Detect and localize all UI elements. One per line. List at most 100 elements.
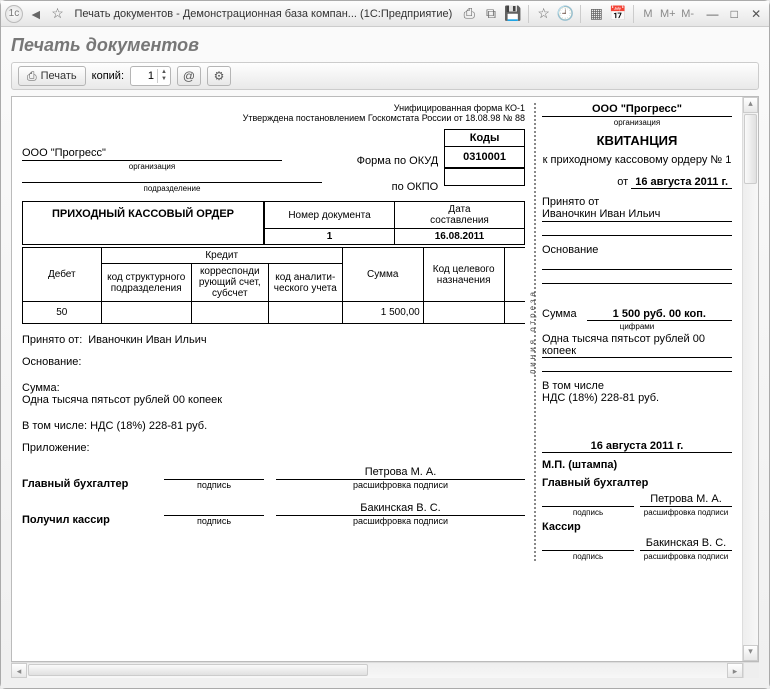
- page-title: Печать документов: [11, 35, 759, 56]
- col-debit: Дебет: [23, 248, 102, 302]
- order-title: ПРИХОДНЫЙ КАССОВЫЙ ОРДЕР: [22, 201, 264, 245]
- r-incl-value: НДС (18%) 228-81 руб.: [542, 392, 732, 404]
- date-header: Датасоставления: [395, 202, 525, 229]
- scroll-left-icon[interactable]: ◂: [11, 663, 27, 678]
- receipt-title: КВИТАНЦИЯ: [542, 133, 732, 148]
- codes-header: Коды: [444, 129, 525, 146]
- document-viewport: Унифицированная форма КО-1 Утверждена по…: [11, 96, 759, 662]
- col-corr: корреспонди рующий счет, субсчет: [191, 264, 268, 302]
- at-button[interactable]: @: [177, 66, 201, 86]
- cut-line-label: линия отреза: [528, 289, 537, 374]
- okud-label: Форма по ОКУД: [357, 155, 439, 167]
- close-button[interactable]: ✕: [747, 6, 765, 22]
- r-org-name: ООО "Прогресс": [542, 103, 732, 117]
- okpo-label: по ОКПО: [392, 181, 439, 193]
- r-to-order: к приходному кассовому ордеру № 1: [542, 154, 732, 166]
- star-icon[interactable]: ☆: [49, 5, 67, 23]
- r-chief-name: Петрова М. А.: [640, 493, 732, 507]
- r-date-label: от: [617, 176, 628, 188]
- form-approved: Утверждена постановлением Госкомстата Ро…: [22, 113, 525, 123]
- favorite-icon[interactable]: ☆: [535, 5, 553, 23]
- sign-sub: подпись: [164, 480, 264, 490]
- accepted-value: Иваночкин Иван Ильич: [88, 334, 206, 346]
- r-sum-value: 1 500 руб. 00 коп.: [587, 308, 732, 321]
- cashier-recv-label: Получил кассир: [22, 514, 152, 526]
- scroll-up-icon[interactable]: ▴: [743, 97, 758, 113]
- attach-label: Приложение:: [22, 442, 525, 454]
- col-credit: Кредит: [101, 248, 342, 264]
- r-chief-acc: Главный бухгалтер: [542, 477, 732, 489]
- okpo-value: [444, 168, 525, 186]
- scroll-down-icon[interactable]: ▾: [743, 645, 758, 661]
- scroll-right-icon[interactable]: ▸: [727, 663, 743, 678]
- minimize-button[interactable]: —: [704, 6, 722, 22]
- org-name: ООО "Прогресс": [22, 147, 282, 161]
- scroll-thumb[interactable]: [744, 114, 757, 184]
- separator: [580, 5, 581, 23]
- r-sum-sub: цифрами: [542, 322, 732, 331]
- calc-icon[interactable]: ▦: [587, 5, 605, 23]
- r-date-value: 16 августа 2011 г.: [631, 176, 732, 189]
- back-icon[interactable]: ◄: [27, 5, 45, 23]
- col-purpose: Код целевого назначения: [423, 248, 504, 302]
- window-title: Печать документов - Демонстрационная баз…: [75, 8, 453, 20]
- r-accepted-label: Принято от: [542, 196, 732, 208]
- mem-m[interactable]: M: [640, 8, 656, 20]
- chief-name: Петрова М. А.: [276, 466, 525, 480]
- docnum-value: 1: [265, 229, 395, 245]
- at-icon: @: [183, 69, 195, 83]
- print-label: Печать: [41, 70, 77, 82]
- print-form: Унифицированная форма КО-1 Утверждена по…: [22, 103, 732, 561]
- copy-icon[interactable]: ⧉: [482, 5, 500, 23]
- dept-line: [22, 181, 322, 183]
- maximize-button[interactable]: □: [725, 6, 743, 22]
- separator: [528, 5, 529, 23]
- incl-value: НДС (18%) 228-81 руб.: [90, 420, 207, 432]
- cell-debit: 50: [23, 302, 102, 324]
- save-icon[interactable]: 💾: [504, 5, 522, 23]
- copies-spinner[interactable]: ▲ ▼: [130, 66, 171, 86]
- printer-icon: ⎙: [27, 69, 37, 84]
- accepted-label: Принято от:: [22, 334, 82, 346]
- spin-down-icon[interactable]: ▼: [158, 76, 170, 83]
- col-sum: Сумма: [342, 248, 423, 302]
- print-icon[interactable]: ⎙: [460, 5, 478, 23]
- calendar-icon[interactable]: 📅: [609, 5, 627, 23]
- r-sum-label: Сумма: [542, 308, 577, 321]
- incl-label: В том числе:: [22, 420, 87, 432]
- mem-mminus[interactable]: M-: [680, 8, 696, 20]
- col-struct: код структурного подразделения: [101, 264, 191, 302]
- chief-acc-label: Главный бухгалтер: [22, 478, 152, 490]
- r-stamp: М.П. (штампа): [542, 459, 732, 471]
- r-cashier-name: Бакинская В. С.: [640, 537, 732, 551]
- mem-mplus[interactable]: M+: [660, 8, 676, 20]
- r-date2: 16 августа 2011 г.: [542, 440, 732, 453]
- spin-up-icon[interactable]: ▲: [158, 69, 170, 76]
- docdate-value: 16.08.2011: [395, 229, 525, 245]
- history-icon[interactable]: 🕘: [557, 5, 575, 23]
- separator: [633, 5, 634, 23]
- table-row: 50 1 500,00: [23, 302, 526, 324]
- settings-icon: ⚙: [214, 69, 225, 83]
- r-cashier: Кассир: [542, 521, 732, 533]
- print-button[interactable]: ⎙ Печать: [18, 66, 86, 86]
- r-incl-label: В том числе: [542, 380, 732, 392]
- col-analit: код аналити-ческого учета: [268, 264, 342, 302]
- r-reason-label: Основание: [542, 244, 732, 256]
- form-code-label: Унифицированная форма КО-1: [22, 103, 525, 113]
- docnum-header: Номер документа: [265, 202, 395, 229]
- horizontal-scrollbar[interactable]: ◂ ▸: [11, 662, 759, 678]
- toolbar: ⎙ Печать копий: ▲ ▼ @ ⚙: [11, 62, 759, 90]
- settings-button[interactable]: ⚙: [207, 66, 231, 86]
- sum-label: Сумма:: [22, 382, 525, 394]
- document-scroll[interactable]: Унифицированная форма КО-1 Утверждена по…: [12, 97, 742, 661]
- copies-label: копий:: [92, 70, 124, 82]
- hscroll-thumb[interactable]: [28, 664, 368, 676]
- r-org-sub: организация: [542, 118, 732, 127]
- vertical-scrollbar[interactable]: ▴ ▾: [742, 97, 758, 661]
- copies-input[interactable]: [131, 70, 157, 82]
- window-titlebar: 1c ◄ ☆ Печать документов - Демонстрацион…: [1, 1, 769, 27]
- app-icon: 1c: [5, 5, 23, 23]
- cashier-name: Бакинская В. С.: [276, 502, 525, 516]
- cell-sum: 1 500,00: [342, 302, 423, 324]
